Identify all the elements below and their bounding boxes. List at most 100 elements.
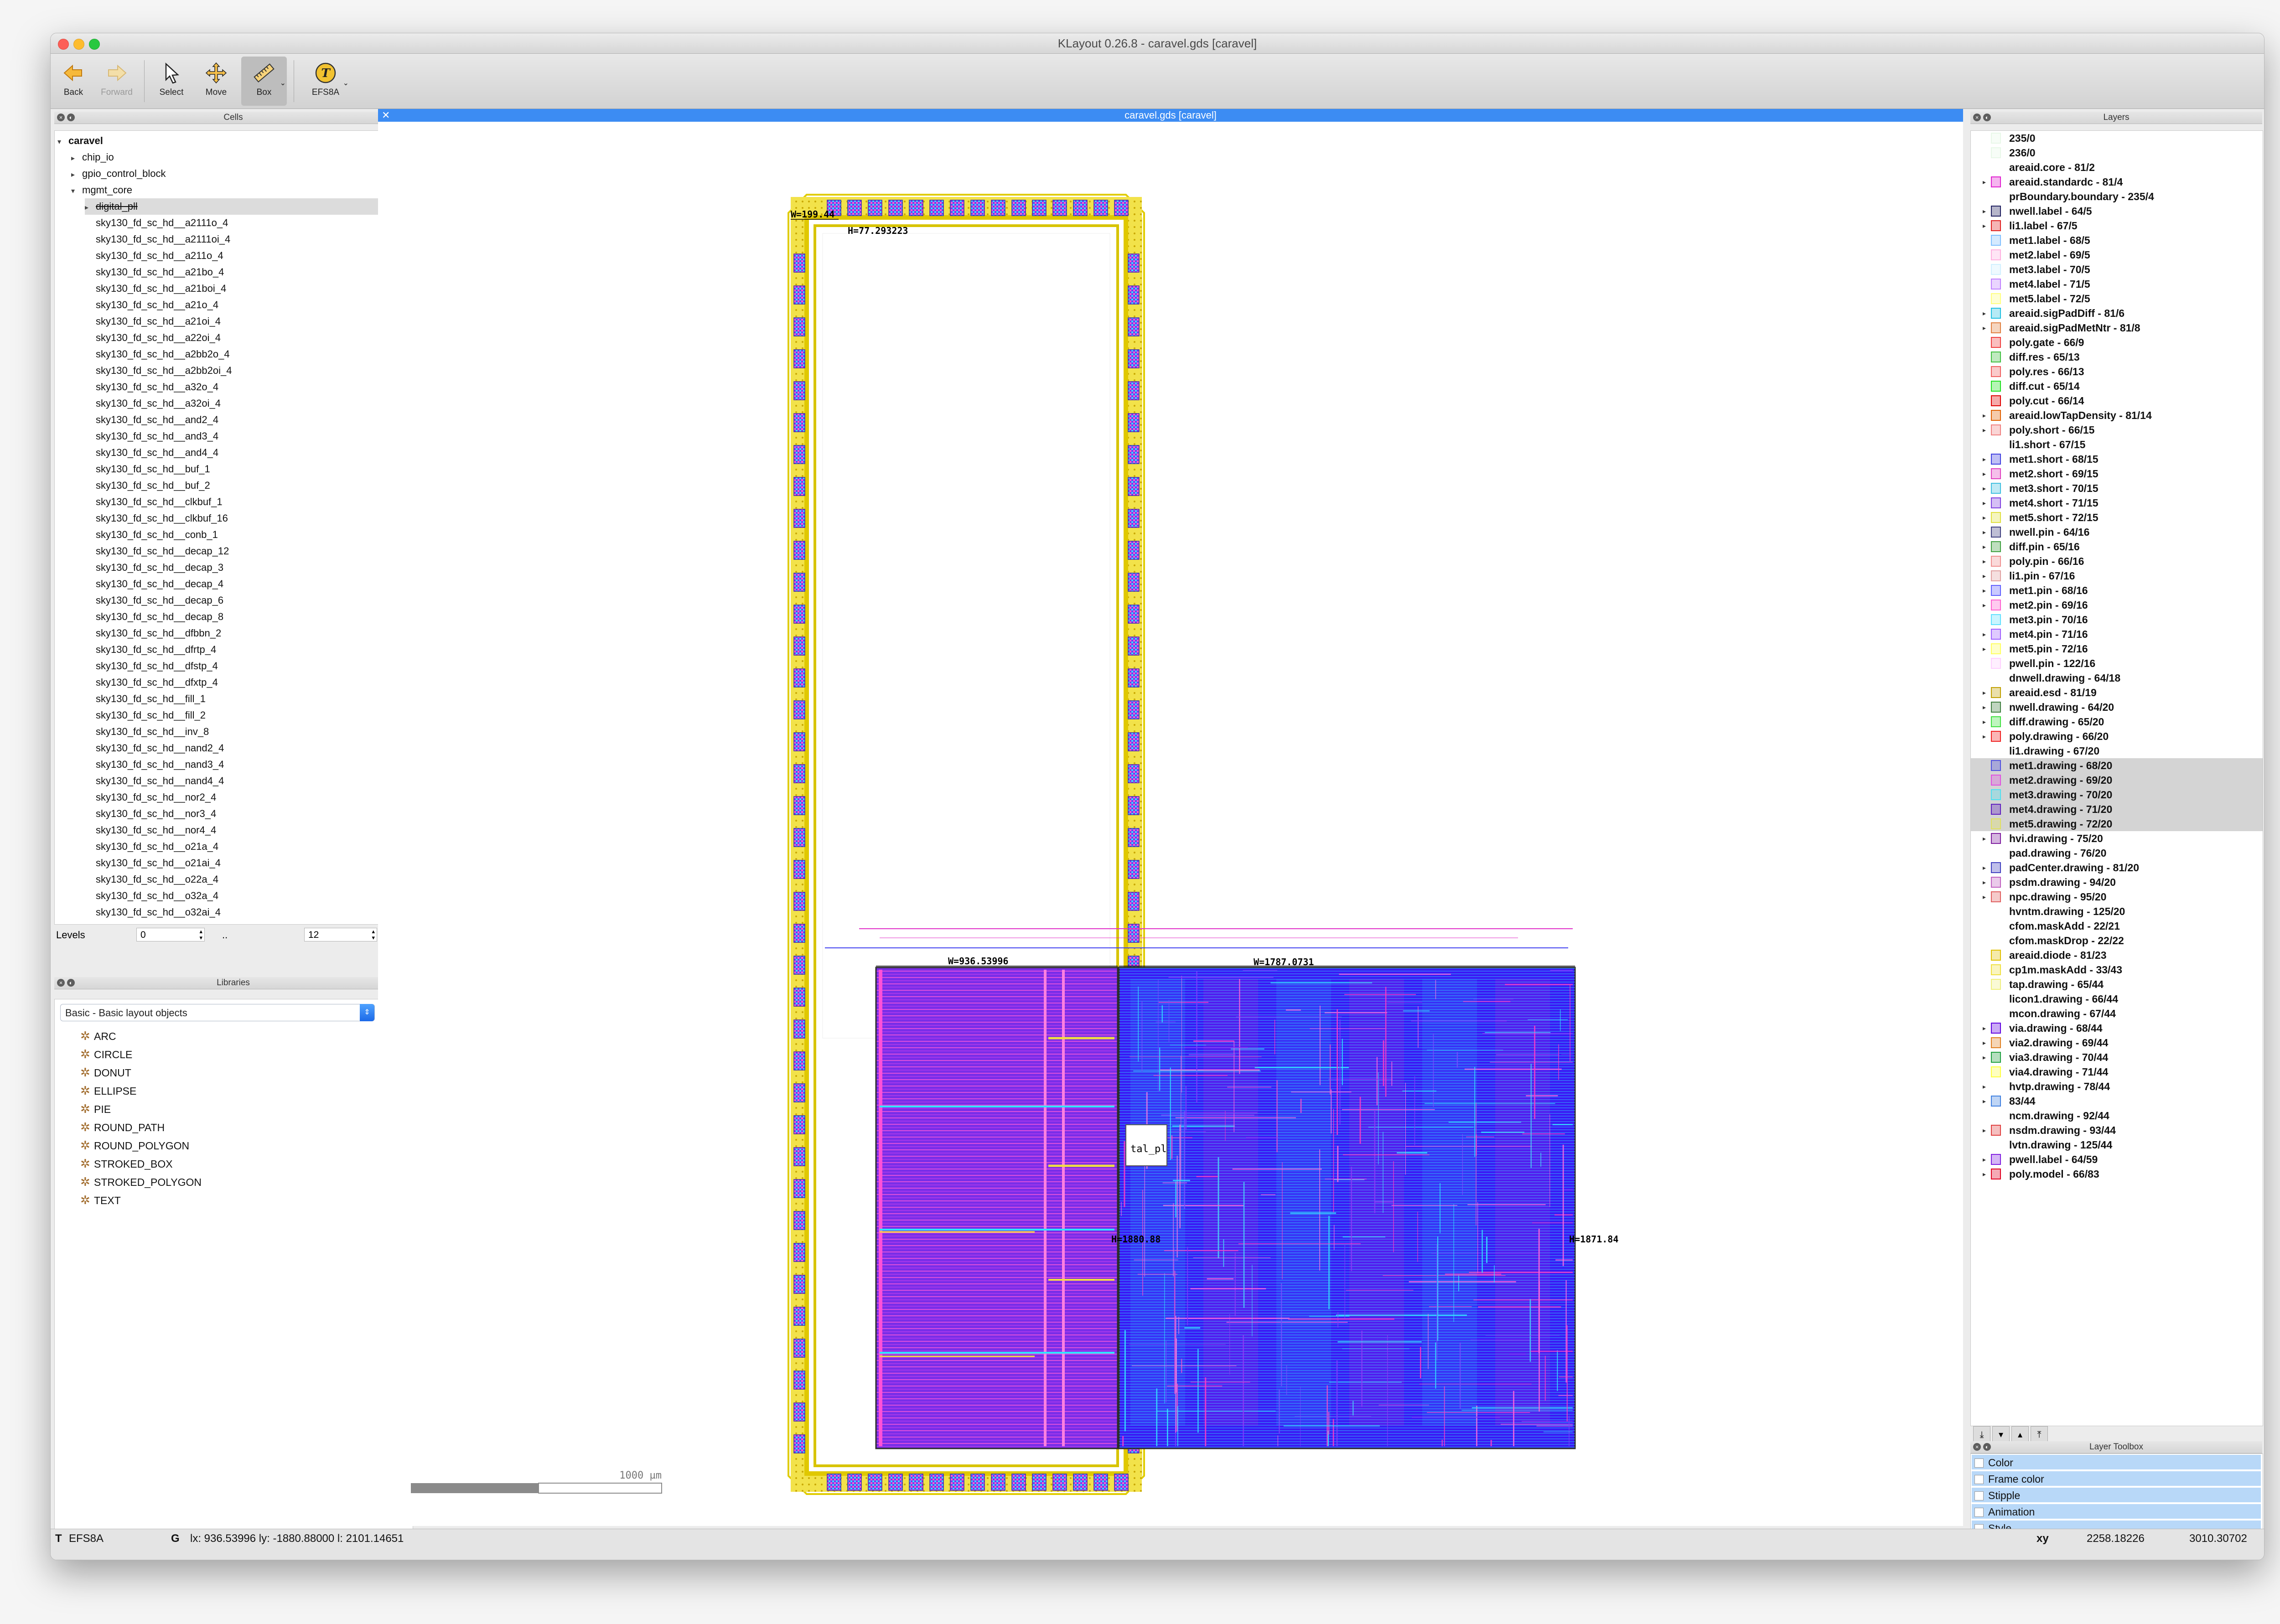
cell-tree-item[interactable]: sky130_fd_sc_hd__decap_4 [85,576,223,592]
layer-item[interactable]: cp1m.maskAdd - 33/43 [1971,962,2263,977]
layer-item[interactable]: ▸ diff.drawing - 65/20 [1971,714,2263,729]
cell-tree-item[interactable]: sky130_fd_sc_hd__a2bb2oi_4 [85,362,232,379]
layer-item[interactable]: ▸ poly.drawing - 66/20 [1971,729,2263,744]
layer-item[interactable]: ▸ met5.short - 72/15 [1971,510,2263,525]
cell-tree[interactable]: ▾ caravel ▸ chip_io ▸ gpio_control_block ▾ mgmt… [54,130,413,925]
cell-tree-item[interactable]: sky130_fd_sc_hd__a21boi_4 [85,280,226,297]
layer-item[interactable]: ▸ met3.short - 70/15 [1971,481,2263,496]
cell-tree-item[interactable]: sky130_fd_sc_hd__o21a_4 [85,838,218,855]
cell-tree-item[interactable]: sky130_fd_sc_hd__clkbuf_16 [85,510,228,527]
expand-arrow-icon[interactable]: ▸ [1983,1123,1986,1138]
layer-item[interactable]: ▸ met4.pin - 71/16 [1971,627,2263,641]
layer-item[interactable]: 235/0 [1971,131,2263,145]
expand-arrow-icon[interactable]: ▸ [1983,525,1986,539]
library-item[interactable]: ✲ CIRCLE [80,1045,132,1063]
expand-arrow-icon[interactable]: ▸ [1983,1035,1986,1050]
cell-tree-item[interactable]: sky130_fd_sc_hd__buf_1 [85,461,210,477]
layer-item[interactable]: met2.drawing - 69/20 [1971,773,2263,787]
cell-tree-item[interactable]: sky130_fd_sc_hd__a32oi_4 [85,395,221,412]
expand-arrow-icon[interactable]: ▸ [1983,1152,1986,1167]
layer-item[interactable]: poly.cut - 66/14 [1971,393,2263,408]
layer-item[interactable]: areaid.core - 81/2 [1971,160,2263,175]
cell-tree-item[interactable]: sky130_fd_sc_hd__inv_8 [85,724,209,740]
close-window-button[interactable] [58,39,69,50]
layer-item[interactable]: ▸ met1.pin - 68/16 [1971,583,2263,598]
layer-item[interactable]: ▸ nwell.drawing - 64/20 [1971,700,2263,714]
move-button[interactable]: Move [196,57,237,106]
cell-tree-item[interactable]: sky130_fd_sc_hd__conb_1 [85,527,218,543]
expand-arrow-icon[interactable]: ▸ [1983,218,1986,233]
layer-item[interactable]: ▸ 83/44 [1971,1094,2263,1108]
layer-item[interactable]: met4.label - 71/5 [1971,277,2263,291]
library-item[interactable]: ✲ TEXT [80,1191,121,1209]
layer-item[interactable]: ▸ areaid.esd - 81/19 [1971,685,2263,700]
cell-tree-item[interactable]: sky130_fd_sc_hd__o32ai_4 [85,904,221,921]
float-icon[interactable]: ◐ [1983,1443,1991,1451]
expand-arrow-icon[interactable]: ▸ [1983,1094,1986,1108]
layer-item[interactable]: ncm.drawing - 92/44 [1971,1108,2263,1123]
expand-arrow-icon[interactable]: ▸ [1983,539,1986,554]
layer-item[interactable]: ▸ met2.short - 69/15 [1971,466,2263,481]
expand-arrow-icon[interactable]: ▸ [1983,496,1986,510]
expand-arrow-icon[interactable]: ▸ [1983,860,1986,875]
layer-item[interactable]: ▸ met5.pin - 72/16 [1971,641,2263,656]
expand-arrow-icon[interactable]: ▸ [1983,569,1986,583]
float-icon[interactable]: ◐ [67,979,75,987]
layer-item[interactable]: ▸ pwell.label - 64/59 [1971,1152,2263,1167]
expand-arrow-icon[interactable]: ▸ [1983,1167,1986,1181]
expanded-triangle-icon[interactable]: ▾ [71,183,82,200]
levels-to-spinbox[interactable]: 12 ▴ ▾ [304,928,377,941]
layer-item[interactable]: ▸ poly.short - 66/15 [1971,423,2263,437]
layer-item[interactable]: ▸ nwell.label - 64/5 [1971,204,2263,218]
layers-scrollbar[interactable] [2256,134,2261,1182]
cell-tree-item[interactable]: sky130_fd_sc_hd__o32a_4 [85,888,218,904]
library-item[interactable]: ✲ DONUT [80,1063,131,1081]
toolbox-item[interactable]: Stipple [1972,1488,2261,1503]
cell-tree-item[interactable]: sky130_fd_sc_hd__nand4_4 [85,773,224,789]
expand-arrow-icon[interactable]: ▸ [1983,510,1986,525]
layer-item[interactable]: ▸ hvtp.drawing - 78/44 [1971,1079,2263,1094]
expand-arrow-icon[interactable]: ▸ [1983,700,1986,714]
cell-tree-item[interactable]: sky130_fd_sc_hd__nand3_4 [85,756,224,773]
technology-button[interactable]: T EFS8A ⌄ [301,57,351,106]
expand-arrow-icon[interactable]: ▸ [1983,175,1986,189]
layer-item[interactable]: cfom.maskAdd - 22/21 [1971,919,2263,933]
cell-tree-item[interactable]: sky130_fd_sc_hd__decap_8 [85,609,223,625]
select-button[interactable]: Select [151,57,192,106]
expanded-triangle-icon[interactable]: ▾ [57,134,68,150]
expand-arrow-icon[interactable]: ▸ [1983,466,1986,481]
layer-item[interactable]: met4.drawing - 71/20 [1971,802,2263,817]
close-icon[interactable]: × [57,114,65,121]
library-item[interactable]: ✲ STROKED_BOX [80,1154,173,1173]
expand-arrow-icon[interactable]: ▸ [1983,890,1986,904]
layer-item[interactable]: met1.label - 68/5 [1971,233,2263,248]
layer-item[interactable]: ▸ psdm.drawing - 94/20 [1971,875,2263,890]
toolbox-item[interactable]: Frame color [1972,1471,2261,1487]
expand-arrow-icon[interactable]: ▸ [1983,408,1986,423]
cell-tree-item[interactable]: sky130_fd_sc_hd__nor4_4 [85,822,216,838]
expand-arrow-icon[interactable]: ▸ [1983,554,1986,569]
expand-arrow-icon[interactable]: ▸ [1983,1021,1986,1035]
cell-tree-item[interactable]: sky130_fd_sc_hd__and3_4 [85,428,218,445]
layer-item[interactable]: ▸ met4.short - 71/15 [1971,496,2263,510]
expand-arrow-icon[interactable]: ▸ [1983,1050,1986,1065]
library-item[interactable]: ✲ PIE [80,1100,111,1118]
expand-arrow-icon[interactable]: ▸ [1983,875,1986,890]
checkbox-icon[interactable] [1974,1475,1984,1484]
layer-item[interactable]: tap.drawing - 65/44 [1971,977,2263,992]
expand-arrow-icon[interactable]: ▸ [1983,321,1986,335]
layer-item[interactable]: ▸ via.drawing - 68/44 [1971,1021,2263,1035]
close-tab-icon[interactable]: ✕ [382,109,390,122]
layer-item[interactable]: 236/0 [1971,145,2263,160]
minimize-window-button[interactable] [73,39,84,50]
cell-tree-item[interactable]: sky130_fd_sc_hd__a2bb2o_4 [85,346,230,362]
layer-item[interactable]: ▸ areaid.lowTapDensity - 81/14 [1971,408,2263,423]
layer-item[interactable]: ▸ areaid.standardc - 81/4 [1971,175,2263,189]
layer-item[interactable]: ▸ diff.pin - 65/16 [1971,539,2263,554]
cell-tree-item[interactable]: ▸ digital_pll [85,198,386,215]
expand-arrow-icon[interactable]: ▸ [1983,831,1986,846]
layer-item[interactable]: ▸ li1.pin - 67/16 [1971,569,2263,583]
levels-from-spinbox[interactable]: 0 ▴ ▾ [136,928,205,941]
cell-tree-item[interactable]: sky130_fd_sc_hd__a21bo_4 [85,264,224,280]
expand-arrow-icon[interactable]: ▸ [1983,204,1986,218]
